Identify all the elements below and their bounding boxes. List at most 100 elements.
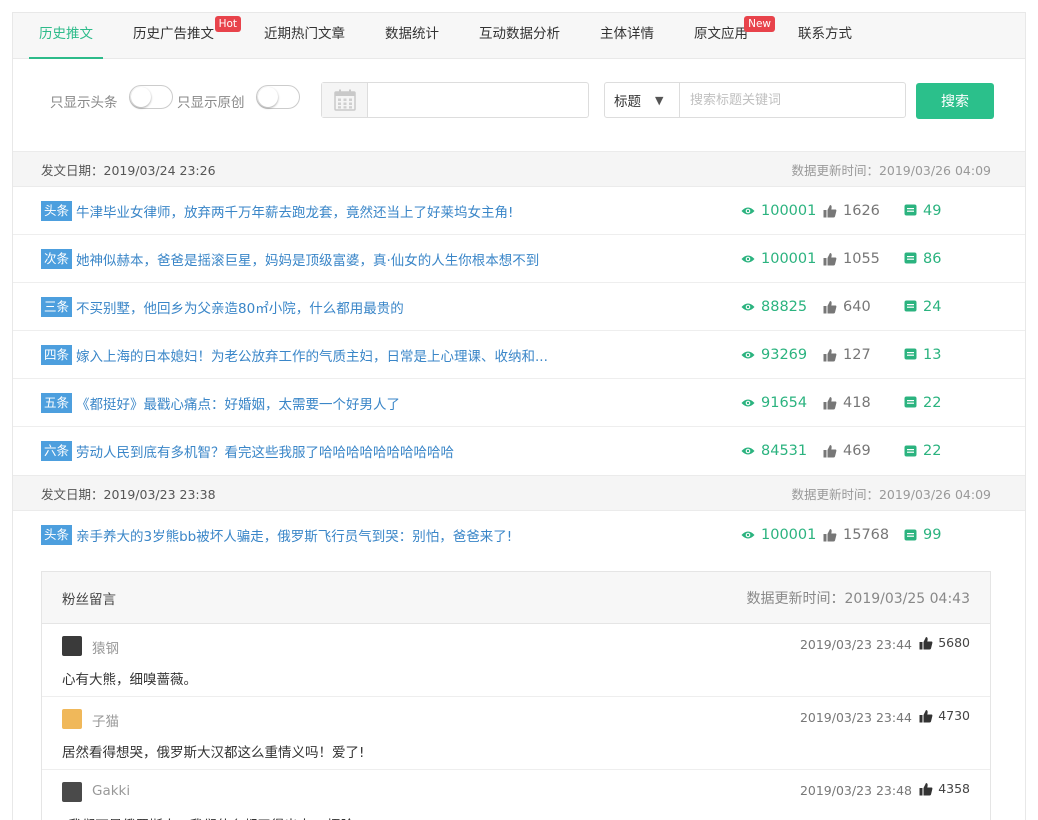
comment-item: 猿钢 2019/03/23 23:44 5680 心有大熊，细嗅蔷薇。 xyxy=(42,624,990,697)
article-title-link[interactable]: 她神似赫本，爸爸是摇滚巨星，妈妈是顶级富婆，真·仙女的人生你根本想不到 xyxy=(76,249,539,269)
article-title-link[interactable]: 劳动人民到底有多机智？看完这些我服了哈哈哈哈哈哈哈哈哈哈 xyxy=(76,441,454,461)
read-count: 93269 xyxy=(741,331,807,378)
data-update-time: 数据更新时间：2019/03/26 04:09 xyxy=(791,486,991,502)
comment-like-count: 4730 xyxy=(919,708,970,723)
tab-recent-hot[interactable]: 近期热门文章 xyxy=(264,13,345,58)
eye-icon xyxy=(741,206,761,216)
like-count: 127 xyxy=(823,331,871,378)
comments-title: 粉丝留言 xyxy=(62,591,116,608)
article-list: 发文日期：2019/03/24 23:26 数据更新时间：2019/03/26 … xyxy=(13,151,1025,559)
headline-only-toggle[interactable] xyxy=(129,85,173,109)
eye-icon xyxy=(741,398,761,408)
avatar xyxy=(62,709,82,729)
comment-count[interactable]: 24 xyxy=(904,283,941,330)
position-tag: 六条 xyxy=(41,441,73,461)
article-row: 三条 不买别墅，他回乡为父亲造80㎡小院，什么都用最贵的 88825 640 24 xyxy=(13,283,1025,331)
new-badge: New xyxy=(744,16,775,32)
comment-text: 居然看得想哭，俄罗斯大汉都这么重情义吗！爱了! xyxy=(62,745,365,761)
date-range-picker[interactable] xyxy=(321,82,589,118)
tab-contact[interactable]: 联系方式 xyxy=(798,13,852,58)
publish-date: 发文日期：2019/03/24 23:26 xyxy=(41,162,216,178)
commenter-name: 猿钢 xyxy=(92,641,119,657)
tab-original-apps[interactable]: 原文应用 New xyxy=(694,13,775,58)
article-row: 五条 《都挺好》最戳心痛点：好婚姻，太需要一个好男人了 91654 418 22 xyxy=(13,379,1025,427)
like-count: 640 xyxy=(823,283,871,330)
tab-history-posts[interactable]: 历史推文 xyxy=(29,13,103,59)
like-count: 15768 xyxy=(823,511,889,559)
comment-icon xyxy=(904,252,923,265)
thumbs-up-icon xyxy=(823,300,843,314)
eye-icon xyxy=(741,302,761,312)
comment-count[interactable]: 86 xyxy=(904,235,941,282)
thumbs-up-icon xyxy=(919,782,938,796)
original-only-toggle[interactable] xyxy=(256,85,300,109)
data-update-time: 数据更新时间：2019/03/26 04:09 xyxy=(791,162,991,178)
comment-count[interactable]: 99 xyxy=(904,511,941,559)
eye-icon xyxy=(741,446,761,456)
comment-count[interactable]: 13 xyxy=(904,331,941,378)
search-button[interactable]: 搜索 xyxy=(916,83,994,119)
tab-history-ads[interactable]: 历史广告推文 Hot xyxy=(133,13,241,58)
position-tag: 次条 xyxy=(41,248,73,269)
article-row: 头条 亲手养大的3岁熊bb被坏人骗走，俄罗斯飞行员气到哭：别怕，爸爸来了! 1000… xyxy=(13,511,1025,559)
commenter-name: Gakki xyxy=(92,783,131,799)
like-count: 1626 xyxy=(823,187,880,234)
tab-bar: 历史推文 历史广告推文 Hot 近期热门文章 数据统计 互动数据分析 主体详情 原… xyxy=(13,13,1025,59)
search-input[interactable] xyxy=(680,83,905,117)
search-group: 标题 ▼ xyxy=(604,82,906,118)
comments-header: 粉丝留言 数据更新时间：2019/03/25 04:43 xyxy=(42,572,990,624)
eye-icon xyxy=(741,350,761,360)
position-tag: 头条 xyxy=(41,525,73,545)
comment-time: 2019/03/23 23:48 xyxy=(799,783,912,798)
read-count: 91654 xyxy=(741,379,807,426)
thumbs-up-icon xyxy=(919,636,938,650)
position-tag: 三条 xyxy=(41,296,73,317)
comment-like-count: 4358 xyxy=(919,781,970,796)
thumbs-up-icon xyxy=(823,396,843,410)
date-input[interactable] xyxy=(368,83,588,117)
comments-update-time: 数据更新时间：2019/03/25 04:43 xyxy=(746,590,971,607)
comment-icon xyxy=(904,204,923,217)
comment-time: 2019/03/23 23:44 xyxy=(799,637,912,652)
day-header: 发文日期：2019/03/23 23:38 数据更新时间：2019/03/26 … xyxy=(13,475,1025,511)
article-row: 六条 劳动人民到底有多机智？看完这些我服了哈哈哈哈哈哈哈哈哈哈 84531 469 22 xyxy=(13,427,1025,475)
article-row: 四条 嫁入上海的日本媳妇！为老公放弃工作的气质主妇，日常是上心理课、收纳和... 9… xyxy=(13,331,1025,379)
calendar-icon[interactable] xyxy=(322,83,368,117)
read-count: 84531 xyxy=(741,427,807,475)
comment-icon xyxy=(904,348,923,361)
position-tag: 五条 xyxy=(41,392,73,413)
comment-like-count: 5680 xyxy=(919,635,970,650)
position-tag: 四条 xyxy=(41,344,73,365)
comment-icon xyxy=(904,300,923,313)
article-title-link[interactable]: 《都挺好》最戳心痛点：好婚姻，太需要一个好男人了 xyxy=(76,393,400,413)
comment-text: 心有大熊，细嗅蔷薇。 xyxy=(62,672,197,688)
comment-item: Gakki 2019/03/23 23:48 4358 "我们可是俄罗斯人，我们什么都… xyxy=(42,770,990,820)
filter-bar: 只显示头条 只显示原创 标题 ▼ 搜索标题关键词 搜索 xyxy=(13,59,1025,151)
comment-count[interactable]: 22 xyxy=(904,379,941,426)
tab-entity-details[interactable]: 主体详情 xyxy=(600,13,654,58)
avatar xyxy=(62,636,82,656)
article-title-link[interactable]: 牛津毕业女律师，放弃两千万年薪去跑龙套，竟然还当上了好莱坞女主角! xyxy=(76,201,513,221)
thumbs-up-icon xyxy=(823,444,843,458)
avatar xyxy=(62,782,82,802)
thumbs-up-icon xyxy=(823,528,843,542)
thumbs-up-icon xyxy=(823,204,843,218)
caret-down-icon: ▼ xyxy=(655,93,664,107)
comment-count[interactable]: 22 xyxy=(904,427,941,475)
comment-icon xyxy=(904,396,923,409)
headline-only-label: 只显示头条 xyxy=(50,95,118,111)
article-row: 次条 她神似赫本，爸爸是摇滚巨星，妈妈是顶级富婆，真·仙女的人生你根本想不到 100… xyxy=(13,235,1025,283)
article-title-link[interactable]: 不买别墅，他回乡为父亲造80㎡小院，什么都用最贵的 xyxy=(76,297,404,317)
tab-interaction-analysis[interactable]: 互动数据分析 xyxy=(479,13,560,58)
article-title-link[interactable]: 亲手养大的3岁熊bb被坏人骗走，俄罗斯飞行员气到哭：别怕，爸爸来了! xyxy=(76,525,512,545)
read-count: 100001 xyxy=(741,235,816,282)
read-count: 100001 xyxy=(741,187,816,234)
search-field-select[interactable]: 标题 ▼ xyxy=(605,83,680,117)
thumbs-up-icon xyxy=(919,709,938,723)
article-row: 头条 牛津毕业女律师，放弃两千万年薪去跑龙套，竟然还当上了好莱坞女主角! 10000… xyxy=(13,187,1025,235)
thumbs-up-icon xyxy=(823,252,843,266)
comment-count[interactable]: 49 xyxy=(904,187,941,234)
tab-statistics[interactable]: 数据统计 xyxy=(385,13,439,58)
article-title-link[interactable]: 嫁入上海的日本媳妇！为老公放弃工作的气质主妇，日常是上心理课、收纳和... xyxy=(76,345,548,365)
like-count: 1055 xyxy=(823,235,880,282)
